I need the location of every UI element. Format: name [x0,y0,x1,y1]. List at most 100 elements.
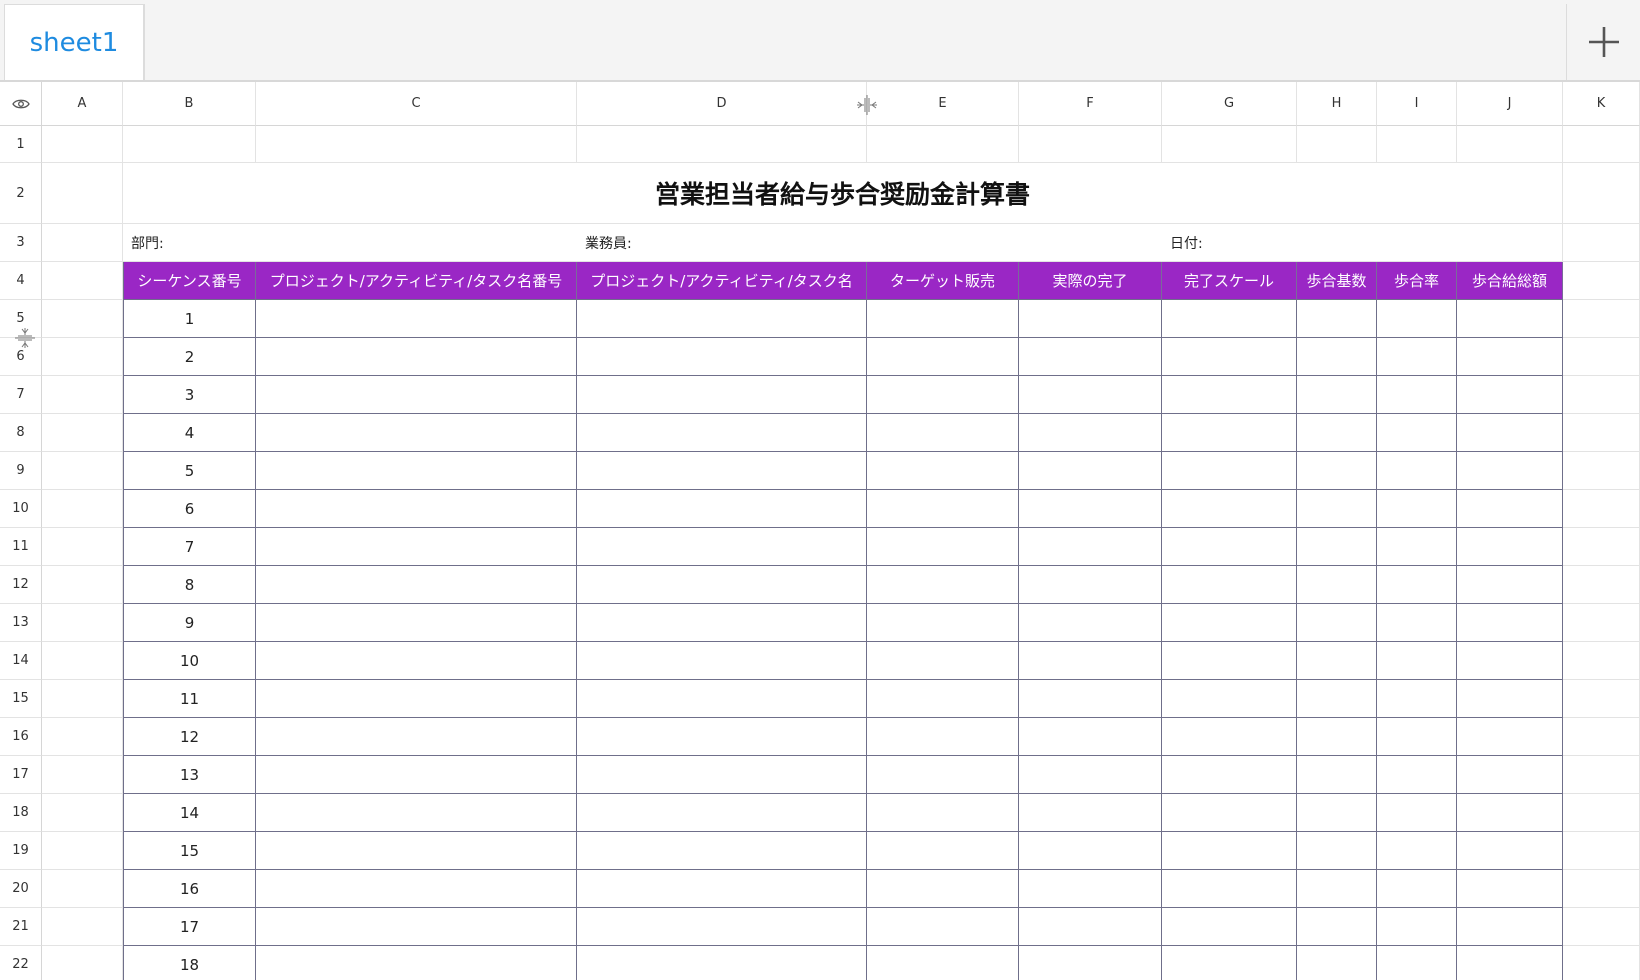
table-cell[interactable] [867,414,1019,452]
table-cell[interactable] [1297,870,1377,908]
table-cell[interactable] [1297,452,1377,490]
table-cell[interactable] [256,452,577,490]
table-cell[interactable] [577,604,867,642]
sequence-number-cell[interactable]: 17 [123,908,256,946]
cell[interactable] [1563,566,1640,604]
table-cell[interactable] [1457,756,1563,794]
cell[interactable] [1563,642,1640,680]
cell[interactable] [1563,452,1640,490]
table-cell[interactable] [1377,338,1457,376]
cell[interactable] [42,908,123,946]
add-sheet-button[interactable] [1566,4,1640,80]
cell[interactable] [1563,680,1640,718]
table-cell[interactable] [1377,604,1457,642]
cell[interactable] [42,126,123,163]
table-cell[interactable] [867,566,1019,604]
row-header-13[interactable]: 13 [0,604,42,642]
table-cell[interactable] [577,528,867,566]
column-header-a[interactable]: A [42,82,123,126]
table-cell[interactable] [577,490,867,528]
table-cell[interactable] [1019,756,1162,794]
row-header-4[interactable]: 4 [0,262,42,300]
table-cell[interactable] [1019,604,1162,642]
table-cell[interactable] [1297,566,1377,604]
table-cell[interactable] [256,338,577,376]
table-cell[interactable] [1019,832,1162,870]
table-cell[interactable] [1162,908,1297,946]
sequence-number-cell[interactable]: 3 [123,376,256,414]
table-cell[interactable] [577,946,867,980]
sequence-number-cell[interactable]: 14 [123,794,256,832]
table-cell[interactable] [1457,376,1563,414]
cell[interactable] [1019,126,1162,163]
salesperson-label[interactable]: 業務員: [577,224,1162,262]
table-cell[interactable] [1019,870,1162,908]
table-header-3[interactable]: プロジェクト/アクティビティ/タスク名 [577,262,867,300]
sequence-number-cell[interactable]: 8 [123,566,256,604]
table-cell[interactable] [1457,832,1563,870]
table-cell[interactable] [1162,528,1297,566]
sequence-number-cell[interactable]: 2 [123,338,256,376]
table-cell[interactable] [1162,718,1297,756]
cell[interactable] [42,832,123,870]
table-cell[interactable] [1377,300,1457,338]
table-cell[interactable] [1297,376,1377,414]
table-cell[interactable] [867,832,1019,870]
table-cell[interactable] [1457,604,1563,642]
sequence-number-cell[interactable]: 12 [123,718,256,756]
table-cell[interactable] [1019,300,1162,338]
column-header-f[interactable]: F [1019,82,1162,126]
table-cell[interactable] [1457,452,1563,490]
table-cell[interactable] [577,870,867,908]
cell[interactable] [42,376,123,414]
table-cell[interactable] [1162,832,1297,870]
table-cell[interactable] [1457,642,1563,680]
row-header-11[interactable]: 11 [0,528,42,566]
table-cell[interactable] [1162,756,1297,794]
table-cell[interactable] [1457,870,1563,908]
table-cell[interactable] [1377,680,1457,718]
table-cell[interactable] [1377,528,1457,566]
cell[interactable] [42,604,123,642]
column-header-h[interactable]: H [1297,82,1377,126]
table-cell[interactable] [577,452,867,490]
table-cell[interactable] [1297,528,1377,566]
row-header-15[interactable]: 15 [0,680,42,718]
cell[interactable] [1563,300,1640,338]
table-cell[interactable] [256,680,577,718]
table-cell[interactable] [256,490,577,528]
table-cell[interactable] [1162,376,1297,414]
table-cell[interactable] [1162,300,1297,338]
table-cell[interactable] [1377,718,1457,756]
table-cell[interactable] [256,832,577,870]
table-cell[interactable] [1162,452,1297,490]
row-header-20[interactable]: 20 [0,870,42,908]
table-header-7[interactable]: 歩合基数 [1297,262,1377,300]
table-cell[interactable] [577,756,867,794]
table-cell[interactable] [1377,794,1457,832]
cell[interactable] [42,680,123,718]
row-header-21[interactable]: 21 [0,908,42,946]
table-cell[interactable] [256,414,577,452]
table-cell[interactable] [256,794,577,832]
table-cell[interactable] [1377,870,1457,908]
table-cell[interactable] [1297,718,1377,756]
table-cell[interactable] [1457,718,1563,756]
table-cell[interactable] [867,794,1019,832]
table-cell[interactable] [1162,414,1297,452]
table-cell[interactable] [1019,566,1162,604]
table-cell[interactable] [577,566,867,604]
table-cell[interactable] [256,718,577,756]
department-label[interactable]: 部門: [123,224,577,262]
column-header-d[interactable]: D [577,82,867,126]
table-cell[interactable] [577,642,867,680]
table-cell[interactable] [1019,376,1162,414]
table-cell[interactable] [1377,642,1457,680]
sequence-number-cell[interactable]: 6 [123,490,256,528]
table-cell[interactable] [1019,642,1162,680]
sequence-number-cell[interactable]: 15 [123,832,256,870]
table-cell[interactable] [1297,794,1377,832]
table-cell[interactable] [867,604,1019,642]
select-all-corner[interactable] [0,82,42,126]
table-cell[interactable] [1377,376,1457,414]
